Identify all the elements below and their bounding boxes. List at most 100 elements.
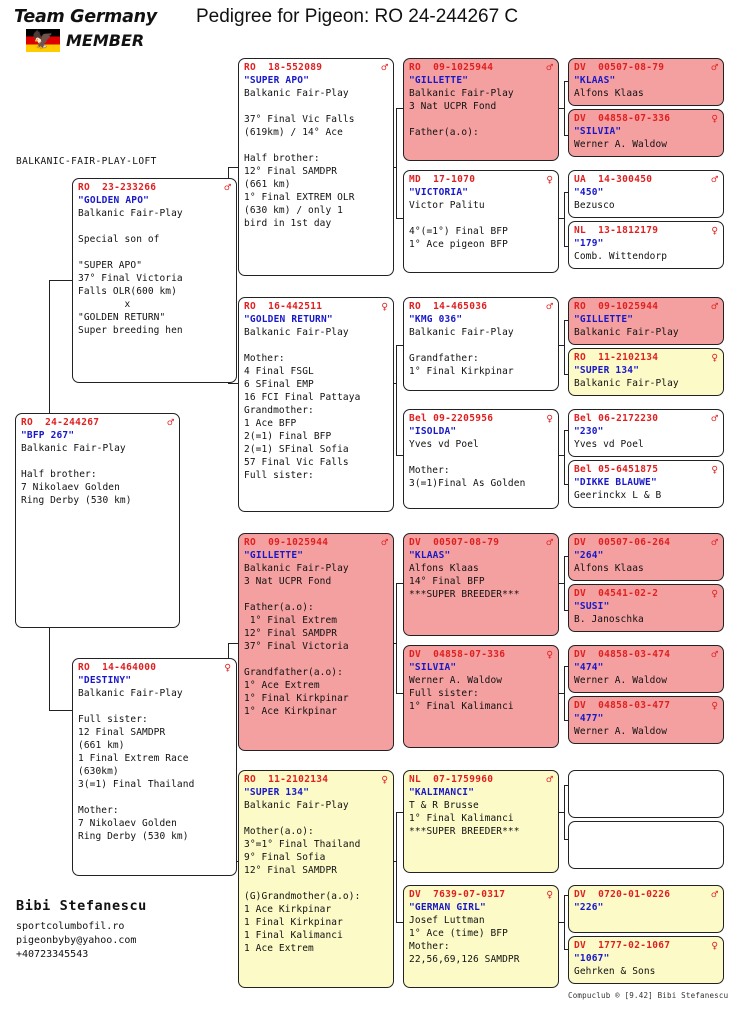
pedigree-card-g4-8[interactable]: DV 00507-06-264 ♂ "264" Alfons Klaas <box>568 533 724 581</box>
pigeon-name: "KLAAS" <box>574 75 616 86</box>
pedigree-card-g4-5[interactable]: RO 11-2102134 ♀ "SUPER 134" Balkanic Fai… <box>568 348 724 396</box>
ring-number: RO 11-2102134 <box>244 774 329 785</box>
sex-symbol-male: ♂ <box>711 412 718 425</box>
pigeon-details: Balkanic Fair-Play 3 Nat UCPR Fond Fathe… <box>244 563 349 717</box>
sex-symbol-male: ♂ <box>381 61 388 74</box>
ring-number: RO 18-552089 <box>244 62 323 73</box>
pedigree-card-g2-1[interactable]: RO 16-442511 ♀ "GOLDEN RETURN" Balkanic … <box>238 297 394 512</box>
pedigree-card-g3-7[interactable]: DV 7639-07-0317 ♀ "GERMAN GIRL" Josef Lu… <box>403 885 559 988</box>
pedigree-card-dam[interactable]: RO 14-464000 ♀ "DESTINY" Balkanic Fair-P… <box>72 658 237 876</box>
connector-line <box>49 280 72 282</box>
pedigree-card-g4-9[interactable]: DV 04541-02-2 ♀ "SUSI" B. Janoschka <box>568 584 724 632</box>
pigeon-details: Balkanic Fair-Play 3 Nat UCPR Fond Fathe… <box>409 88 514 138</box>
owner-website[interactable]: sportcolumbofil.ro <box>16 920 236 934</box>
pigeon-details: Alfons Klaas <box>574 88 644 99</box>
pigeon-name: "DIKKE BLAUWE" <box>574 477 657 488</box>
ring-number: DV 00507-08-79 <box>574 62 665 73</box>
pedigree-card-g2-2[interactable]: RO 09-1025944 ♂ "GILLETTE" Balkanic Fair… <box>238 533 394 751</box>
owner-contact-block: Bibi Stefanescu sportcolumbofil.ro pigeo… <box>16 898 236 962</box>
pedigree-card-g3-5[interactable]: DV 04858-07-336 ♀ "SILVIA" Werner A. Wal… <box>403 645 559 748</box>
pigeon-name: "GILLETTE" <box>409 75 469 86</box>
sex-symbol-female: ♀ <box>224 661 231 674</box>
pigeon-details: Alfons Klaas <box>574 563 644 574</box>
pedigree-card-g3-3[interactable]: Bel 09-2205956 ♀ "ISOLDA" Yves vd Poel M… <box>403 409 559 509</box>
pedigree-card-g4-0[interactable]: DV 00507-08-79 ♂ "KLAAS" Alfons Klaas <box>568 58 724 106</box>
pigeon-details: Werner A. Waldow Full sister: 1° Final K… <box>409 675 514 712</box>
ring-number: RO 14-464000 <box>78 662 157 673</box>
pigeon-details: Bezusco <box>574 200 615 211</box>
pedigree-card-g3-6[interactable]: NL 07-1759960 ♂ "KALIMANCI" T & R Brusse… <box>403 770 559 873</box>
connector-line <box>564 430 566 484</box>
pedigree-card-subject[interactable]: RO 24-244267 ♂ "BFP 267" Balkanic Fair-P… <box>15 413 180 628</box>
sex-symbol-male: ♂ <box>711 536 718 549</box>
pigeon-details: Balkanic Fair-Play <box>574 378 679 389</box>
pedigree-card-g4-6[interactable]: Bel 06-2172230 ♂ "230" Yves vd Poel <box>568 409 724 457</box>
sex-symbol-female: ♀ <box>711 112 718 125</box>
pigeon-name: "GOLDEN RETURN" <box>244 314 333 325</box>
sex-symbol-male: ♂ <box>167 416 174 429</box>
pigeon-details: Alfons Klaas 14° Final BFP ***SUPER BREE… <box>409 563 520 600</box>
pigeon-details: B. Janoschka <box>574 614 644 625</box>
pedigree-card-g3-2[interactable]: RO 14-465036 ♂ "KMG 036" Balkanic Fair-P… <box>403 297 559 391</box>
pedigree-card-g4-10[interactable]: DV 04858-03-474 ♂ "474" Werner A. Waldow <box>568 645 724 693</box>
pigeon-name: "SUSI" <box>574 601 610 612</box>
pedigree-card-g2-0[interactable]: RO 18-552089 ♂ "SUPER APO" Balkanic Fair… <box>238 58 394 276</box>
pedigree-card-g4-14[interactable]: DV 0720-01-0226 ♂ "226" <box>568 885 724 933</box>
ring-number: MD 17-1070 <box>409 174 476 185</box>
connector-line <box>396 108 398 218</box>
sex-symbol-male: ♂ <box>711 300 718 313</box>
pedigree-card-g2-3[interactable]: RO 11-2102134 ♀ "SUPER 134" Balkanic Fai… <box>238 770 394 988</box>
page-title: Pedigree for Pigeon: RO 24-244267 C <box>196 6 519 27</box>
owner-email[interactable]: pigeonbyby@yahoo.com <box>16 934 236 948</box>
german-flag-icon: 🦅 <box>26 29 60 52</box>
pedigree-card-g4-13[interactable] <box>568 821 724 869</box>
pigeon-details: Balkanic Fair-Play Special son of "SUPER… <box>78 208 183 336</box>
pigeon-name: "264" <box>574 550 604 561</box>
pigeon-details: Geerinckx L & B <box>574 490 662 501</box>
ring-number: DV 7639-07-0317 <box>409 889 506 900</box>
connector-line <box>564 785 566 839</box>
ring-number: DV 04858-03-474 <box>574 649 671 660</box>
pedigree-card-g4-1[interactable]: DV 04858-07-336 ♀ "SILVIA" Werner A. Wal… <box>568 109 724 157</box>
team-germany-logo: Team Germany 🦅 MEMBER <box>14 8 174 58</box>
connector-line <box>564 192 566 246</box>
ring-number: DV 04858-07-336 <box>409 649 506 660</box>
sex-symbol-female: ♀ <box>546 412 553 425</box>
sex-symbol-male: ♂ <box>711 173 718 186</box>
pigeon-name: "SUPER 134" <box>244 787 310 798</box>
connector-line <box>564 666 566 720</box>
pedigree-card-g4-15[interactable]: DV 1777-02-1067 ♀ "1067" Gehrken & Sons <box>568 936 724 984</box>
pedigree-card-g4-7[interactable]: Bel 05-6451875 ♀ "DIKKE BLAUWE" Geerinck… <box>568 460 724 508</box>
pigeon-name: "GILLETTE" <box>244 550 304 561</box>
sex-symbol-male: ♂ <box>546 773 553 786</box>
pigeon-name: "SUPER 134" <box>574 365 640 376</box>
pigeon-details: Balkanic Fair-Play Grandfather: 1° Final… <box>409 327 514 377</box>
pedigree-card-g4-2[interactable]: UA 14-300450 ♂ "450" Bezusco <box>568 170 724 218</box>
pigeon-details: Balkanic Fair-Play Half brother: 7 Nikol… <box>21 443 132 506</box>
pedigree-card-g4-12[interactable] <box>568 770 724 818</box>
pigeon-details: Werner A. Waldow <box>574 675 668 686</box>
pigeon-name: "KLAAS" <box>409 550 451 561</box>
pigeon-name: "DESTINY" <box>78 675 132 686</box>
connector-line <box>564 81 566 135</box>
sex-symbol-female: ♀ <box>381 300 388 313</box>
loft-name: BALKANIC-FAIR-PLAY-LOFT <box>16 156 157 167</box>
pedigree-card-g3-0[interactable]: RO 09-1025944 ♂ "GILLETTE" Balkanic Fair… <box>403 58 559 161</box>
connector-line <box>396 345 398 455</box>
ring-number: RO 11-2102134 <box>574 352 659 363</box>
pedigree-card-g4-3[interactable]: NL 13-1812179 ♀ "179" Comb. Wittendorp <box>568 221 724 269</box>
pigeon-details: Werner A. Waldow <box>574 726 668 737</box>
pedigree-card-sire[interactable]: RO 23-233266 ♂ "GOLDEN APO" Balkanic Fai… <box>72 178 237 383</box>
connector-line <box>564 556 566 610</box>
pedigree-card-g4-11[interactable]: DV 04858-03-477 ♀ "477" Werner A. Waldow <box>568 696 724 744</box>
sex-symbol-female: ♀ <box>546 173 553 186</box>
pigeon-details: Balkanic Fair-Play 37° Final Vic Falls (… <box>244 88 355 229</box>
pedigree-card-g3-1[interactable]: MD 17-1070 ♀ "VICTORIA" Victor Palitu 4°… <box>403 170 559 273</box>
pigeon-details: Victor Palitu 4°(=1°) Final BFP 1° Ace p… <box>409 200 508 250</box>
sex-symbol-female: ♀ <box>381 773 388 786</box>
pedigree-card-g4-4[interactable]: RO 09-1025944 ♂ "GILLETTE" Balkanic Fair… <box>568 297 724 345</box>
pedigree-card-g3-4[interactable]: DV 00507-08-79 ♂ "KLAAS" Alfons Klaas 14… <box>403 533 559 636</box>
pigeon-name: "GOLDEN APO" <box>78 195 150 206</box>
owner-phone: +40723345543 <box>16 949 89 960</box>
ring-number: Bel 06-2172230 <box>574 413 659 424</box>
